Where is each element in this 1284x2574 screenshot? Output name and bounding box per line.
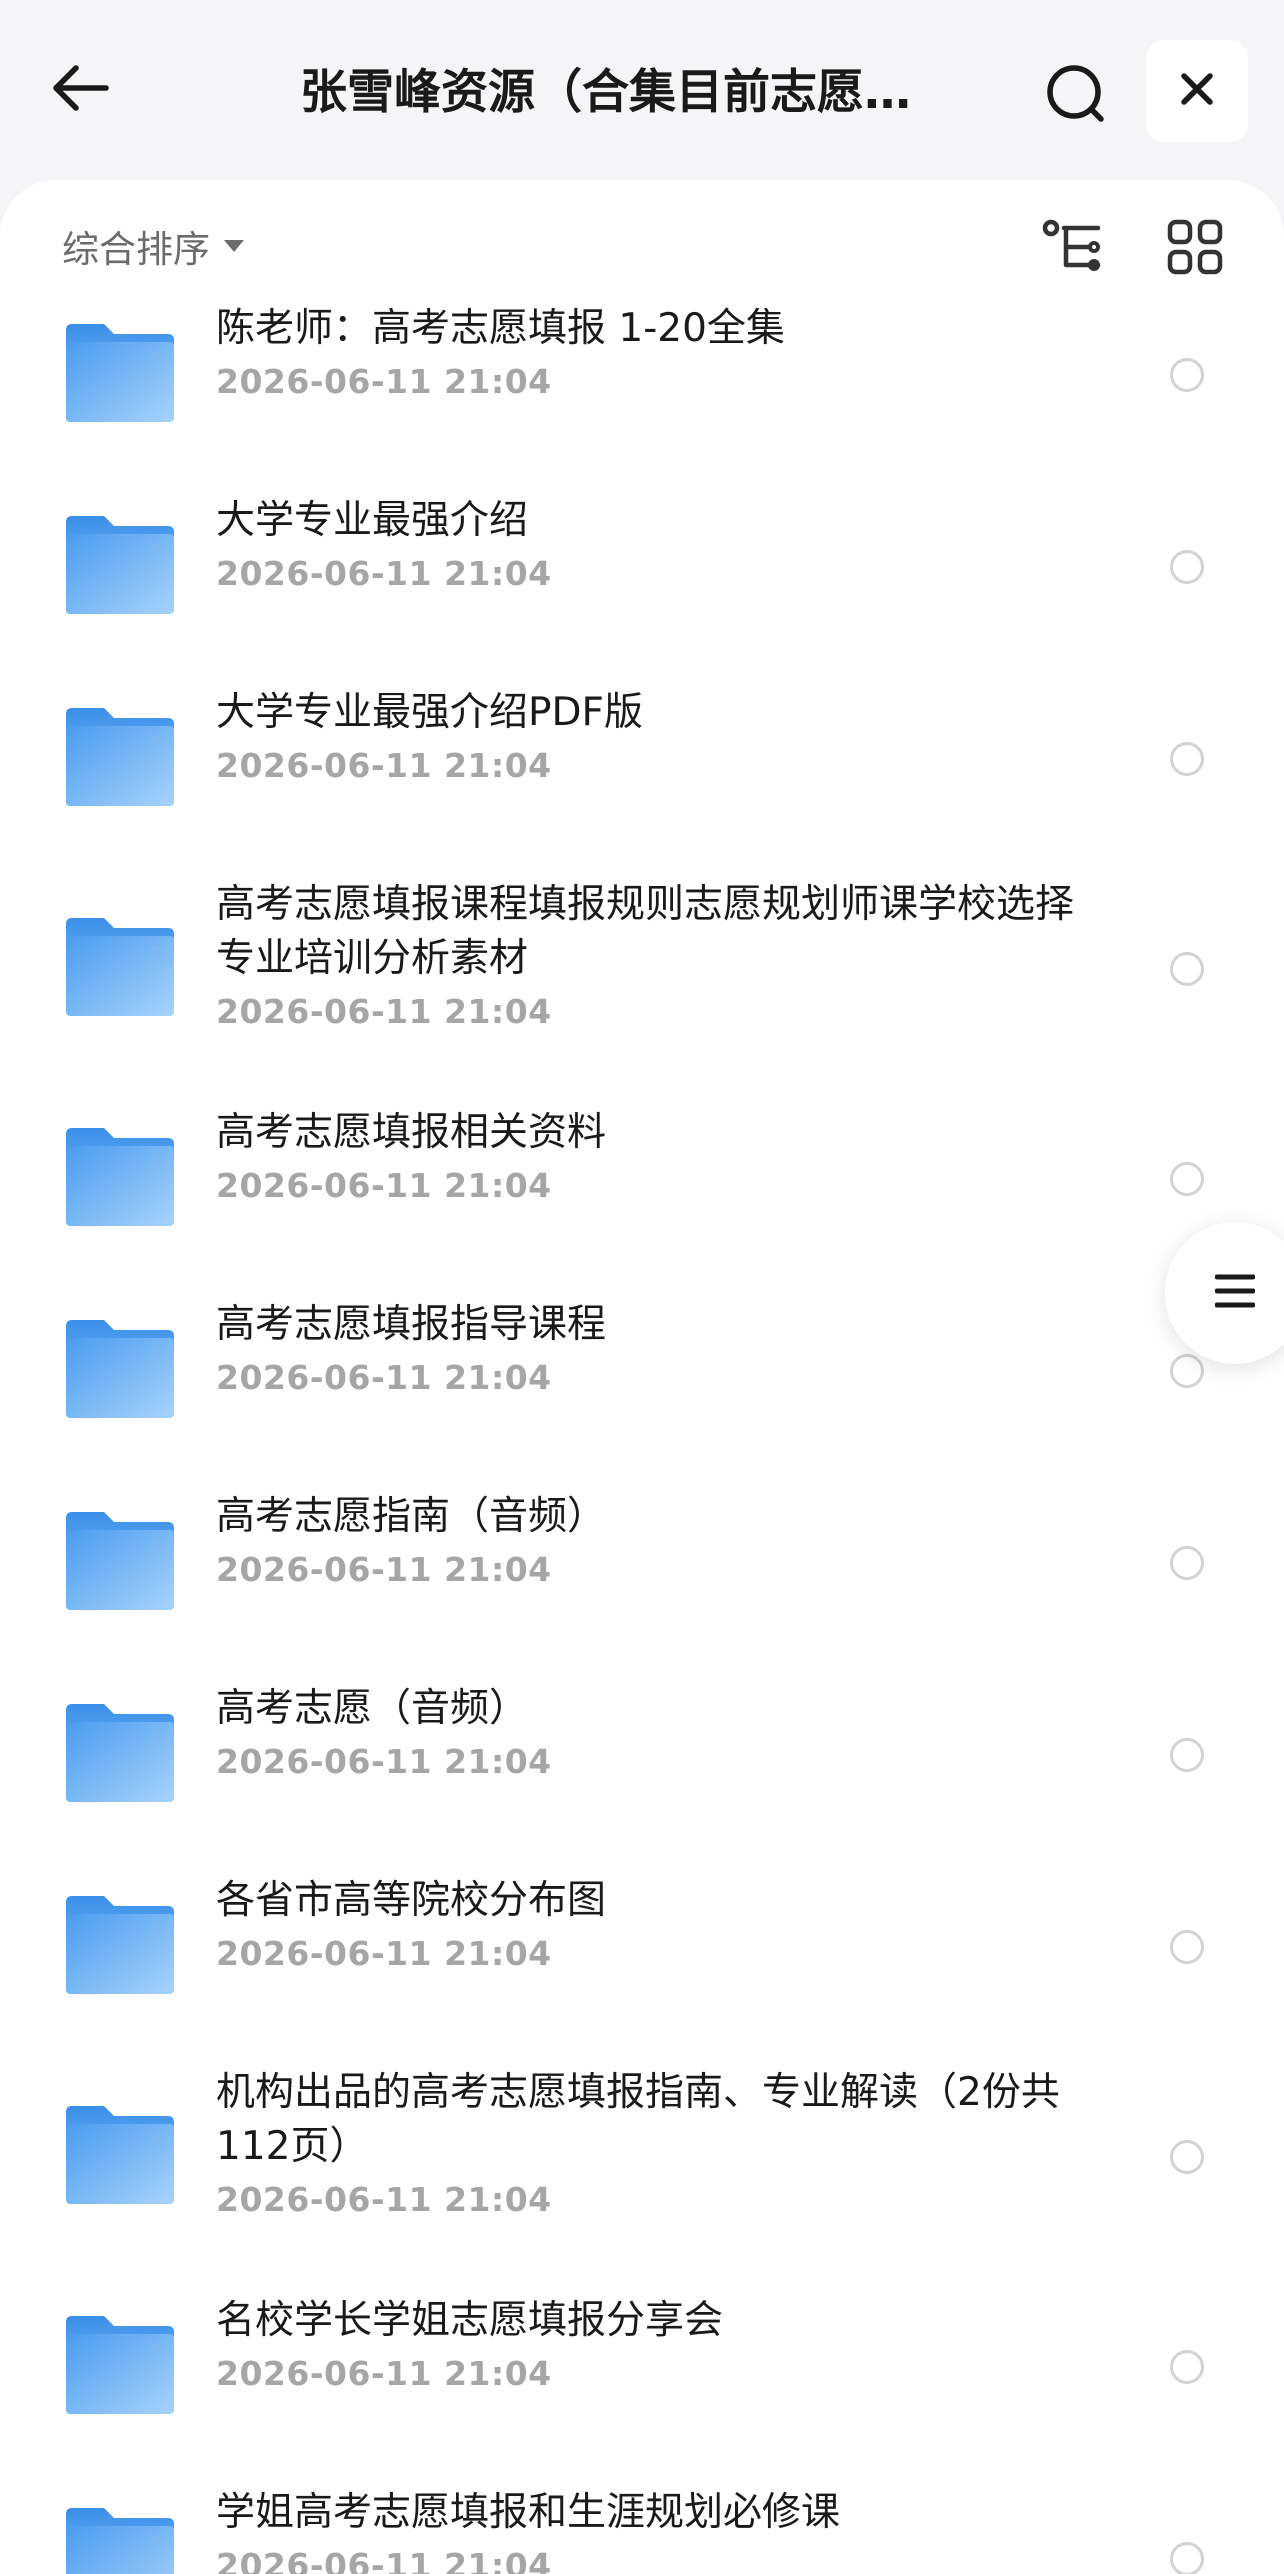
folder-icon	[64, 706, 176, 808]
file-name: 大学专业最强介绍	[216, 498, 529, 543]
file-name: 陈老师：高考志愿填报 1-20全集	[216, 306, 785, 351]
file-row[interactable]: 高考志愿（音频） 2026-06-11 21:04	[0, 1656, 1284, 1848]
file-row[interactable]: 大学专业最强介绍PDF版 2026-06-11 21:04	[0, 660, 1284, 852]
file-row[interactable]: 高考志愿填报相关资料 2026-06-11 21:04	[0, 1080, 1284, 1272]
search-icon	[1043, 61, 1109, 131]
select-radio[interactable]	[1170, 1354, 1204, 1388]
file-row[interactable]: 学姐高考志愿填报和生涯规划必修课 2026-06-11 21:04	[0, 2460, 1284, 2574]
file-list-panel: 综合排序 陈老师：高考志愿填报 1-20全集 2026-06-11 21:04 …	[0, 180, 1284, 2574]
file-date: 2026-06-11 21:04	[216, 2546, 552, 2574]
select-radio[interactable]	[1170, 742, 1204, 776]
file-name: 学姐高考志愿填报和生涯规划必修课	[216, 2490, 841, 2535]
file-date: 2026-06-11 21:04	[216, 1550, 552, 1589]
folder-icon	[64, 1318, 176, 1420]
folder-icon	[64, 2314, 176, 2416]
folder-icon	[64, 2506, 176, 2574]
select-radio[interactable]	[1170, 1546, 1204, 1580]
caret-down-icon	[224, 240, 244, 252]
sort-label: 综合排序	[62, 228, 210, 271]
folder-icon	[64, 1894, 176, 1996]
select-radio[interactable]	[1170, 358, 1204, 392]
back-button[interactable]	[40, 50, 120, 130]
sort-dropdown[interactable]: 综合排序	[62, 216, 244, 276]
file-row[interactable]: 陈老师：高考志愿填报 1-20全集 2026-06-11 21:04	[0, 276, 1284, 468]
folder-icon	[64, 322, 176, 424]
menu-icon	[1214, 1271, 1256, 1315]
select-radio[interactable]	[1170, 2542, 1204, 2574]
folder-icon	[64, 916, 176, 1018]
file-row[interactable]: 高考志愿指南（音频） 2026-06-11 21:04	[0, 1464, 1284, 1656]
file-date: 2026-06-11 21:04	[216, 1166, 552, 1205]
file-name: 机构出品的高考志愿填报指南、专业解读（2份共112页）	[216, 2070, 1060, 2169]
select-radio[interactable]	[1170, 2140, 1204, 2174]
folder-icon	[64, 1510, 176, 1612]
file-name: 各省市高等院校分布图	[216, 1878, 607, 1923]
file-name: 名校学长学姐志愿填报分享会	[216, 2298, 724, 2343]
file-date: 2026-06-11 21:04	[216, 1358, 552, 1397]
grid-view-icon	[1167, 219, 1223, 279]
select-radio[interactable]	[1170, 550, 1204, 584]
folder-icon	[64, 2104, 176, 2206]
close-button[interactable]	[1146, 40, 1248, 142]
file-name: 高考志愿填报指导课程	[216, 1302, 607, 1347]
folder-icon	[64, 1126, 176, 1228]
file-date: 2026-06-11 21:04	[216, 2180, 552, 2219]
file-date: 2026-06-11 21:04	[216, 554, 552, 593]
file-date: 2026-06-11 21:04	[216, 992, 552, 1031]
file-name: 高考志愿填报相关资料	[216, 1110, 607, 1155]
file-name: 高考志愿填报课程填报规则志愿规划师课学校选择专业培训分析素材	[216, 882, 1075, 981]
top-bar: 张雪峰资源（合集目前志愿…	[0, 0, 1284, 180]
file-date: 2026-06-11 21:04	[216, 2354, 552, 2393]
file-row[interactable]: 高考志愿填报课程填报规则志愿规划师课学校选择专业培训分析素材 2026-06-11…	[0, 852, 1284, 1080]
file-row[interactable]: 名校学长学姐志愿填报分享会 2026-06-11 21:04	[0, 2268, 1284, 2460]
file-name: 大学专业最强介绍PDF版	[216, 690, 643, 735]
file-date: 2026-06-11 21:04	[216, 362, 552, 401]
folder-icon	[64, 1702, 176, 1804]
file-name: 高考志愿（音频）	[216, 1686, 529, 1731]
file-date: 2026-06-11 21:04	[216, 1934, 552, 1973]
arrow-left-icon	[50, 63, 110, 117]
grid-view-button[interactable]	[1160, 214, 1230, 284]
select-radio[interactable]	[1170, 1930, 1204, 1964]
file-date: 2026-06-11 21:04	[216, 746, 552, 785]
search-button[interactable]	[1036, 56, 1116, 136]
select-radio[interactable]	[1170, 2350, 1204, 2384]
folder-icon	[64, 514, 176, 616]
page-title: 张雪峰资源（合集目前志愿…	[300, 65, 911, 120]
tree-view-button[interactable]	[1038, 214, 1108, 284]
select-radio[interactable]	[1170, 1162, 1204, 1196]
file-row[interactable]: 机构出品的高考志愿填报指南、专业解读（2份共112页） 2026-06-11 21…	[0, 2040, 1284, 2268]
tree-view-icon	[1042, 219, 1104, 279]
file-date: 2026-06-11 21:04	[216, 1742, 552, 1781]
select-radio[interactable]	[1170, 952, 1204, 986]
file-name: 高考志愿指南（音频）	[216, 1494, 607, 1539]
file-row[interactable]: 高考志愿填报指导课程 2026-06-11 21:04	[0, 1272, 1284, 1464]
file-row[interactable]: 各省市高等院校分布图 2026-06-11 21:04	[0, 1848, 1284, 2040]
file-row[interactable]: 大学专业最强介绍 2026-06-11 21:04	[0, 468, 1284, 660]
select-radio[interactable]	[1170, 1738, 1204, 1772]
close-icon	[1179, 71, 1215, 111]
